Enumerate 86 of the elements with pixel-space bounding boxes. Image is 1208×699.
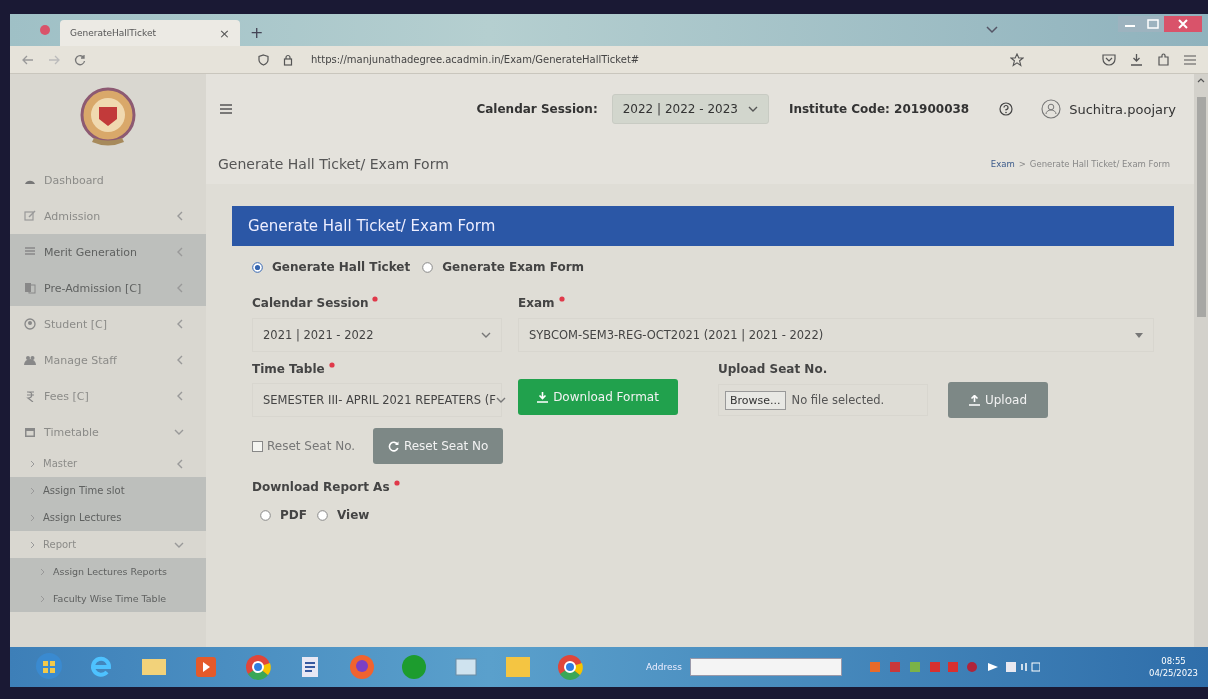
puzzle-icon[interactable] [1157, 53, 1170, 66]
sidebar-item[interactable]: Merit Generation [10, 234, 206, 270]
download-icon[interactable] [1130, 53, 1143, 66]
forward-arrow-icon[interactable] [48, 54, 60, 65]
browse-button[interactable]: Browse... [725, 390, 786, 410]
user-avatar-icon [1041, 99, 1062, 119]
field-label: Time Table [252, 362, 325, 376]
sidebar-item[interactable]: Pre-Admission [C] [10, 270, 206, 306]
sidebar-item[interactable]: Assign Time slot [10, 477, 206, 504]
clock-time[interactable]: 08:55 [1161, 655, 1186, 667]
reset-seat-button[interactable]: Reset Seat No [373, 428, 504, 464]
field-label: Upload Seat No. [718, 362, 829, 376]
upload-button[interactable]: Upload [948, 382, 1048, 418]
list-icon [24, 246, 36, 258]
sidebar-item[interactable]: Faculty Wise Time Table [10, 585, 206, 612]
chevron-right-icon [30, 513, 35, 522]
edit-icon [24, 210, 36, 222]
sidebar-item[interactable]: Assign Lectures Reports [10, 558, 206, 585]
clock-date[interactable]: 04/25/2023 [1149, 667, 1198, 679]
chevron-down-icon[interactable] [986, 26, 998, 34]
radio-button[interactable] [316, 509, 328, 521]
url-field[interactable]: https://manjunathadegree.acadmin.in/Exam/GenerateHallTicket# [311, 54, 640, 65]
select-field[interactable]: 2021 | 2021 - 2022 [252, 318, 502, 352]
breadcrumb-separator: > [1018, 159, 1026, 169]
new-tab-button[interactable]: + [250, 23, 264, 42]
padlock-icon [283, 53, 293, 66]
caret-icon [1135, 332, 1143, 338]
sidebar-item[interactable]: Assign Lectures [10, 504, 206, 531]
chevron-down-icon [481, 331, 491, 339]
radio-label[interactable]: PDF [280, 508, 307, 522]
field-label: Download Report As [252, 480, 390, 494]
calendar-session-select[interactable]: 2022 | 2022 - 2023 [611, 94, 769, 124]
maximize-button-icon[interactable] [1142, 16, 1164, 32]
radio-label[interactable]: Generate Exam Form [442, 260, 585, 274]
star-icon[interactable] [1010, 52, 1024, 67]
file-status: No file selected. [791, 393, 885, 407]
radio-label[interactable]: View [336, 508, 370, 522]
minimize-button-icon[interactable] [1118, 16, 1142, 32]
radio-button[interactable] [422, 261, 434, 273]
calendar-session-label: Calendar Session: [476, 102, 598, 116]
file-input[interactable]: Browse... No file selected. [718, 384, 928, 416]
select-field[interactable]: SYBCOM-SEM3-REG-OCT2021 (2021 | 2021 - 2022) [518, 318, 1154, 352]
scrollbar-thumb[interactable] [1196, 97, 1206, 317]
rupee-icon [24, 390, 36, 402]
user-circle-icon [24, 318, 36, 330]
browser-tab[interactable]: GenerateHallTicket × [60, 20, 240, 46]
field-label: Exam [518, 296, 555, 310]
tab-close-button[interactable]: × [219, 25, 230, 41]
chevron-right-icon [30, 540, 35, 549]
address-label: Address [646, 662, 682, 672]
users-icon [24, 354, 36, 366]
help-icon[interactable] [999, 102, 1014, 116]
reload-icon[interactable] [74, 53, 86, 66]
field-label: Calendar Session [252, 296, 369, 310]
chevron-right-icon [40, 594, 45, 603]
breadcrumb-current: Generate Hall Ticket/ Exam Form [1029, 159, 1170, 169]
chevron-right-icon [30, 459, 35, 468]
download-icon [537, 391, 549, 403]
copy-icon [24, 282, 36, 294]
pocket-icon[interactable] [1102, 53, 1116, 66]
download-format-button[interactable]: Download Format [518, 379, 678, 415]
refresh-icon [387, 440, 399, 452]
menu-icon[interactable] [220, 104, 232, 114]
institute-code: Institute Code: 201900038 [788, 102, 970, 116]
radio-button[interactable] [252, 261, 263, 273]
chevron-right-icon [30, 486, 35, 495]
chevron-down-icon [495, 396, 506, 404]
back-arrow-icon[interactable] [22, 54, 34, 65]
upload-icon [968, 394, 980, 406]
card-header: Generate Hall Ticket/ Exam Form [232, 206, 1174, 246]
scroll-up-icon[interactable] [1197, 78, 1205, 83]
radio-label[interactable]: Generate Hall Ticket [272, 260, 411, 274]
browser-logo-icon [40, 25, 50, 35]
calendar-icon [24, 426, 36, 438]
breadcrumb-link[interactable]: Exam [990, 159, 1015, 169]
shield-icon [258, 53, 269, 66]
chevron-right-icon [40, 567, 45, 576]
chevron-down-icon [747, 105, 758, 113]
menu-icon[interactable] [1184, 54, 1196, 65]
page-title: Generate Hall Ticket/ Exam Form [218, 156, 449, 172]
checkbox-label[interactable]: Reset Seat No. [267, 439, 356, 453]
address-field[interactable] [689, 658, 842, 676]
close-button-icon[interactable] [1164, 16, 1202, 32]
user-menu[interactable]: Suchitra.poojary [1041, 99, 1176, 119]
checkbox[interactable] [252, 440, 263, 452]
radio-button[interactable] [260, 509, 271, 521]
